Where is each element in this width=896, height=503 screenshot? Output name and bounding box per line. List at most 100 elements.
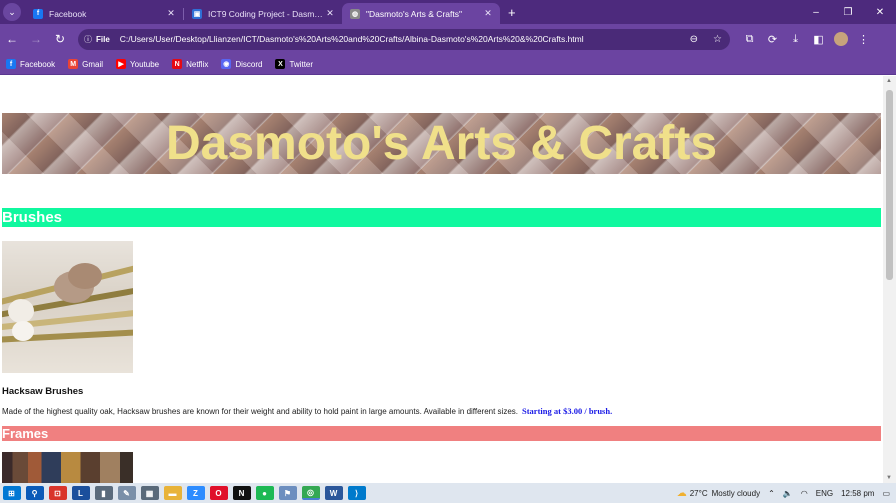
bookmark-label: Gmail: [82, 59, 104, 69]
chevron-up-icon[interactable]: ⌃: [768, 489, 775, 498]
zoom-icon[interactable]: Z: [186, 486, 205, 500]
section-heading-frames: Frames: [2, 426, 881, 441]
x-icon: X: [275, 59, 286, 69]
lock-icon[interactable]: ▮: [94, 486, 113, 500]
bookmark-label: Twitter: [289, 59, 314, 69]
weather-icon[interactable]: ☁: [677, 488, 687, 499]
frames-image: [2, 452, 133, 483]
url-text[interactable]: C:/Users/User/Desktop/Llianzen/ICT/Dasmo…: [120, 34, 678, 44]
folder-icon[interactable]: ▬: [163, 486, 182, 500]
chrome-icon[interactable]: ◎: [301, 486, 320, 500]
bookmark-twitter[interactable]: X Twitter: [275, 59, 313, 69]
globe-icon: ◍: [350, 8, 360, 19]
taskbar-apps: ⊞ ⚲ ⊡ L ▮ ✎ ▦ ▬ Z O N ● ⚑ ◎ W ⟩: [0, 486, 368, 500]
page-viewport[interactable]: Dasmoto's Arts & Crafts Brushes Hacksaw …: [0, 76, 896, 483]
vertical-scrollbar[interactable]: ▲ ▼: [883, 76, 896, 483]
close-icon[interactable]: ✕: [324, 8, 336, 19]
zoom-icon[interactable]: ⊖: [690, 34, 698, 45]
omnibox-actions: ⊖ ☆: [678, 33, 722, 45]
window-controls: – ❐ ✕: [800, 0, 896, 24]
clock[interactable]: 12:58 pm: [841, 489, 874, 498]
tab-ict9-project[interactable]: ▣ ICT9 Coding Project - Dasmoto ✕: [184, 3, 342, 24]
new-tab-button[interactable]: +: [508, 5, 516, 20]
maximize-button[interactable]: ❐: [832, 7, 864, 18]
netflix-icon: N: [172, 59, 183, 69]
bookmark-youtube[interactable]: ▶ Youtube: [116, 59, 159, 69]
tab-facebook[interactable]: f Facebook ✕: [25, 3, 183, 24]
side-panel-icon[interactable]: ◧: [807, 33, 830, 46]
back-button[interactable]: ←: [0, 32, 24, 46]
tab-dasmoto[interactable]: ◍ "Dasmoto's Arts & Crafts" ✕: [342, 3, 500, 24]
close-icon[interactable]: ✕: [482, 8, 494, 19]
reload-button[interactable]: ↻: [48, 32, 72, 46]
tab-title: "Dasmoto's Arts & Crafts": [366, 8, 462, 19]
scroll-down-icon[interactable]: ▼: [886, 475, 892, 481]
gmail-icon: M: [68, 59, 79, 69]
system-tray: ☁ 27°C Mostly cloudy ⌃ 🔈 ◠ ENG 12:58 pm …: [669, 483, 890, 503]
youtube-icon: ▶: [116, 59, 127, 69]
volume-icon[interactable]: 🔈: [783, 489, 793, 498]
bookmark-label: Youtube: [130, 59, 160, 69]
product-title: Hacksaw Brushes: [2, 386, 84, 397]
brushes-image: [2, 241, 133, 373]
app-blue-l-icon[interactable]: L: [71, 486, 90, 500]
address-bar[interactable]: ⓘ File C:/Users/User/Desktop/Llianzen/IC…: [78, 28, 730, 50]
notification-icon[interactable]: ▭: [882, 489, 890, 498]
bookmark-discord[interactable]: ◉ Discord: [221, 59, 262, 69]
description-text: Made of the highest quality oak, Hacksaw…: [2, 407, 518, 416]
scheme-chip[interactable]: File: [96, 35, 110, 44]
facebook-icon: f: [33, 8, 43, 19]
info-icon[interactable]: ⓘ: [84, 34, 92, 45]
windows-taskbar: ⊞ ⚲ ⊡ L ▮ ✎ ▦ ▬ Z O N ● ⚑ ◎ W ⟩ ☁ 27°C Mostly cloudy ⌃ …: [0, 483, 896, 503]
customize-chrome-icon[interactable]: ⟳: [761, 33, 784, 46]
discord-icon: ◉: [221, 59, 232, 69]
bookmark-facebook[interactable]: f Facebook: [6, 59, 55, 69]
bookmark-label: Facebook: [20, 59, 56, 69]
section-heading-brushes: Brushes: [2, 208, 881, 227]
bookmark-gmail[interactable]: M Gmail: [68, 59, 103, 69]
opera-icon[interactable]: O: [209, 486, 228, 500]
bookmark-label: Discord: [235, 59, 263, 69]
download-icon[interactable]: ⤓: [784, 33, 807, 46]
close-icon[interactable]: ✕: [165, 8, 177, 19]
spotify-icon[interactable]: ●: [255, 486, 274, 500]
paint-icon[interactable]: ✎: [117, 486, 136, 500]
start-icon[interactable]: ⊞: [2, 486, 21, 500]
bookmark-star-icon[interactable]: ☆: [713, 34, 722, 45]
bookmark-netflix[interactable]: N Netflix: [172, 59, 208, 69]
facebook-icon: f: [6, 59, 16, 69]
profile-avatar[interactable]: [834, 32, 848, 46]
bookmark-label: Netflix: [186, 59, 209, 69]
word-icon[interactable]: W: [324, 486, 343, 500]
search-icon[interactable]: ⚲: [25, 486, 44, 500]
scroll-thumb[interactable]: [886, 90, 893, 280]
chevron-down-icon: ⌄: [8, 6, 16, 17]
browser-toolbar: ← → ↻ ⓘ File C:/Users/User/Desktop/Llian…: [0, 24, 896, 54]
menu-icon[interactable]: ⋮: [852, 33, 875, 46]
tab-bar: ⌄ f Facebook ✕ ▣ ICT9 Coding Project - D…: [0, 0, 896, 24]
tab-title: ICT9 Coding Project - Dasmoto: [208, 8, 324, 19]
scroll-up-icon[interactable]: ▲: [886, 78, 892, 84]
calculator-icon[interactable]: ▦: [140, 486, 159, 500]
forward-button[interactable]: →: [24, 32, 48, 46]
price-text: Starting at $3.00 / brush.: [522, 406, 613, 416]
app-red-icon[interactable]: ⊡: [48, 486, 67, 500]
toolbar-actions: ⧉ ⟳ ⤓ ◧ ⋮: [738, 32, 875, 46]
product-description: Made of the highest quality oak, Hacksaw…: [2, 406, 612, 416]
bookmarks-bar: f Facebook M Gmail ▶ Youtube N Netflix ◉…: [0, 54, 896, 75]
weather-condition[interactable]: Mostly cloudy: [712, 489, 760, 498]
files-icon[interactable]: ⚑: [278, 486, 297, 500]
page-title: Dasmoto's Arts & Crafts: [165, 117, 718, 170]
language-indicator[interactable]: ENG: [816, 489, 833, 498]
tab-search-button[interactable]: ⌄: [3, 3, 21, 21]
wifi-icon[interactable]: ◠: [801, 489, 808, 498]
header-banner: Dasmoto's Arts & Crafts: [2, 113, 881, 174]
tab-title: Facebook: [49, 8, 87, 19]
netflix-icon[interactable]: N: [232, 486, 251, 500]
close-window-button[interactable]: ✕: [864, 7, 896, 18]
minimize-button[interactable]: –: [800, 7, 832, 18]
extensions-icon[interactable]: ⧉: [738, 33, 761, 46]
slides-icon: ▣: [192, 8, 202, 19]
weather-temp[interactable]: 27°C: [690, 489, 708, 498]
vscode-icon[interactable]: ⟩: [347, 486, 366, 500]
